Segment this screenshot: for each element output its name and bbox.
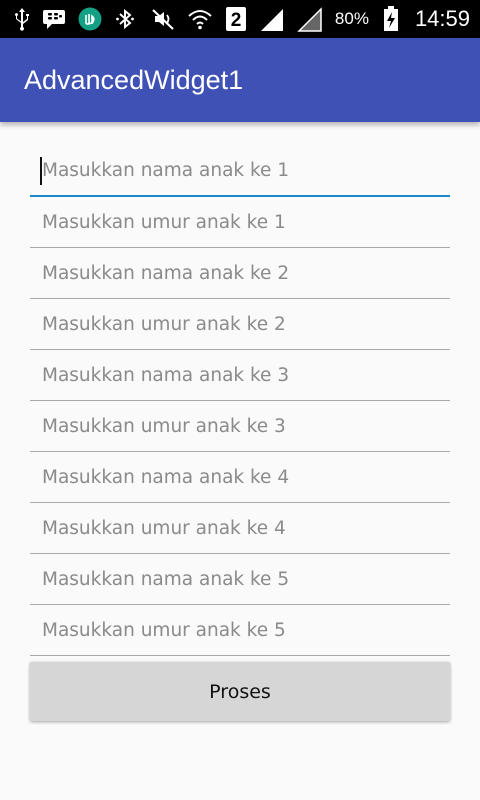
status-bar-system: 2 80% 14:59: [151, 6, 470, 32]
field-nama-anak-5[interactable]: [30, 554, 450, 605]
signal-icon: [259, 6, 285, 32]
nama-anak-1-input[interactable]: [30, 146, 450, 195]
nama-anak-3-input[interactable]: [30, 350, 450, 400]
app-bar: AdvancedWidget1: [0, 38, 480, 122]
umur-anak-3-input[interactable]: [30, 401, 450, 451]
usb-icon: [14, 6, 30, 32]
umur-anak-2-input[interactable]: [30, 299, 450, 349]
text-cursor: [40, 157, 42, 185]
umur-anak-1-input[interactable]: [30, 197, 450, 247]
signal-empty-icon: [297, 6, 323, 32]
field-umur-anak-1[interactable]: [30, 197, 450, 248]
field-nama-anak-3[interactable]: [30, 350, 450, 401]
status-bar-notifications: [14, 6, 136, 32]
battery-charging-icon: [383, 6, 399, 32]
status-bar: 2 80% 14:59: [0, 0, 480, 38]
clock: 14:59: [414, 6, 470, 31]
field-umur-anak-3[interactable]: [30, 401, 450, 452]
nama-anak-4-input[interactable]: [30, 452, 450, 502]
field-nama-anak-4[interactable]: [30, 452, 450, 503]
proses-button[interactable]: Proses: [30, 662, 450, 721]
field-nama-anak-2[interactable]: [30, 248, 450, 299]
bbm-icon: [42, 6, 66, 32]
nama-anak-2-input[interactable]: [30, 248, 450, 298]
field-umur-anak-5[interactable]: [30, 605, 450, 656]
children-form: [30, 146, 450, 656]
bluetooth-icon: [114, 6, 136, 32]
field-umur-anak-4[interactable]: [30, 503, 450, 554]
field-nama-anak-1[interactable]: [30, 146, 450, 197]
umur-anak-5-input[interactable]: [30, 605, 450, 655]
mute-icon: [151, 6, 175, 32]
battery-percent: 80%: [334, 9, 369, 28]
wifi-icon: [187, 6, 213, 32]
umur-anak-4-input[interactable]: [30, 503, 450, 553]
field-umur-anak-2[interactable]: [30, 299, 450, 350]
nama-anak-5-input[interactable]: [30, 554, 450, 604]
sim-2-icon: 2: [225, 6, 247, 32]
allah-icon: [78, 6, 102, 32]
app-title: AdvancedWidget1: [24, 64, 244, 95]
sim-label: 2: [231, 10, 242, 31]
